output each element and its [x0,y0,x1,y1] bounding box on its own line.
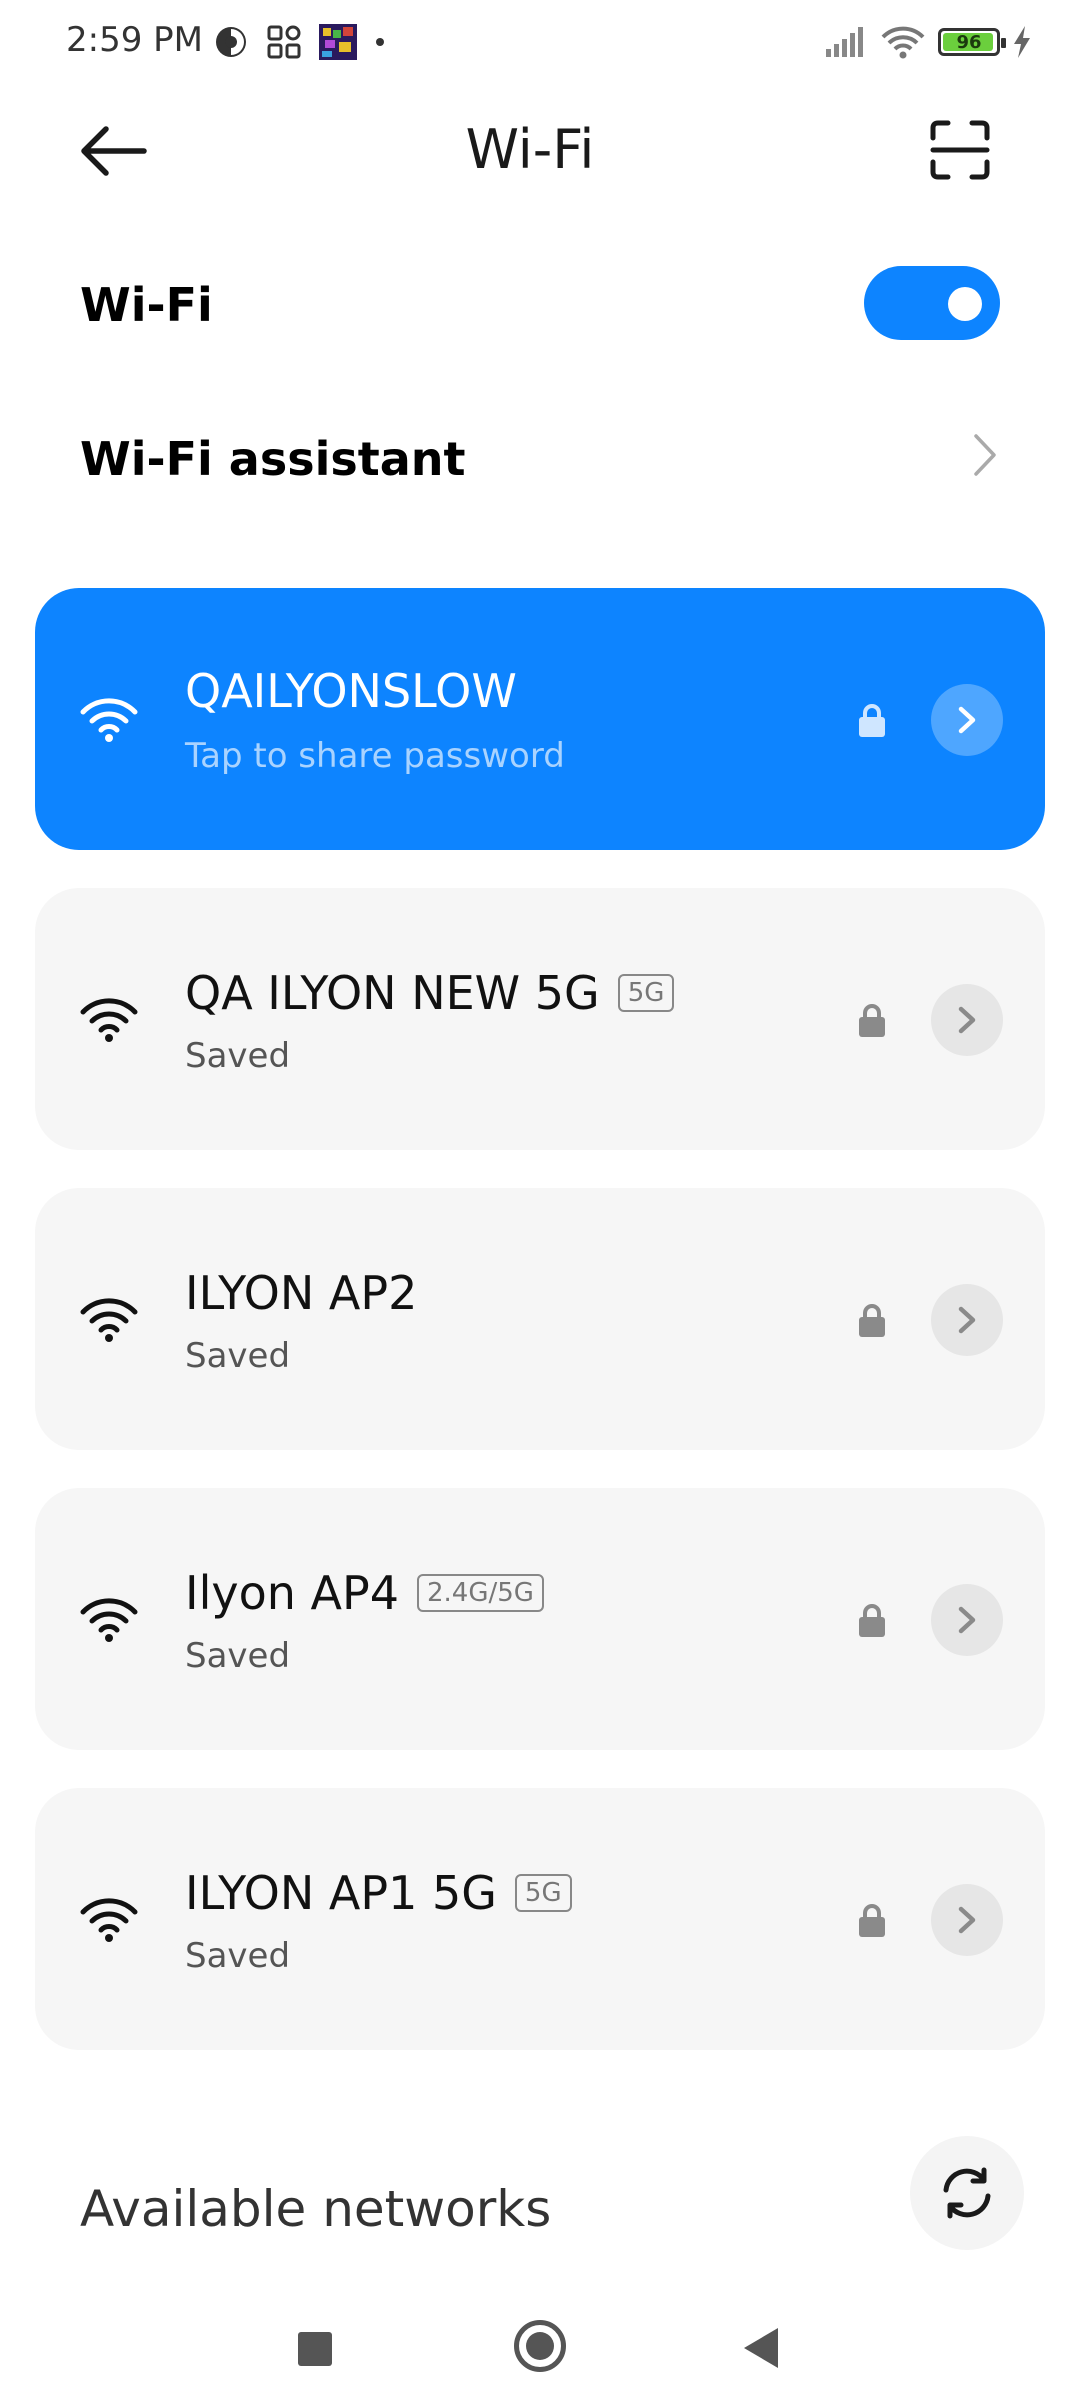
wifi-assistant-label: Wi-Fi assistant [80,432,466,486]
connected-network-card[interactable]: QAILYONSLOW Tap to share password [35,588,1045,850]
network-name: ILYON AP2 [185,1266,418,1320]
saved-network-card[interactable]: ILYON AP2 Saved [35,1188,1045,1450]
network-name-row: QA ILYON NEW 5G 5G [185,966,675,1020]
network-name: QAILYONSLOW [185,664,517,718]
band-badge: 5G [514,1874,572,1912]
refresh-button[interactable] [910,2136,1024,2250]
lock-icon [859,1604,885,1637]
wifi-toggle-switch[interactable] [864,266,1000,340]
saved-network-card[interactable]: QA ILYON NEW 5G 5G Saved [35,888,1045,1150]
band-badge: 2.4G/5G [416,1574,544,1612]
chevron-right-icon [958,1606,976,1634]
wifi-toggle-row[interactable]: Wi-Fi [80,266,1000,346]
more-notifications-dot-icon [376,38,384,46]
band-badge: 5G [617,974,675,1012]
status-bar: 2:59 PM 96 [0,0,1080,84]
system-nav-bar [0,2290,1080,2400]
system-status-icons: 96 [826,20,1032,64]
chevron-right-icon [958,1306,976,1334]
chevron-right-icon [958,1906,976,1934]
chevron-right-icon [958,706,976,734]
toggle-knob [948,287,982,321]
wifi-signal-icon [80,998,138,1042]
network-status: Saved [185,1336,291,1376]
battery-level: 96 [956,31,982,53]
notification-icons [213,22,385,62]
lock-icon [859,1904,885,1937]
network-details-button[interactable] [931,1584,1003,1656]
game-app-icon [319,24,357,60]
lock-icon [859,704,885,737]
network-name-row: ILYON AP1 5G 5G [185,1866,572,1920]
network-status: Tap to share password [185,736,565,776]
qr-scan-icon[interactable] [930,120,990,180]
wifi-assistant-row[interactable]: Wi-Fi assistant [80,428,1000,488]
network-name-row: QAILYONSLOW [185,664,517,718]
network-name: Ilyon AP4 [185,1566,399,1620]
wifi-signal-icon [80,1598,138,1642]
network-details-button[interactable] [931,984,1003,1056]
network-name: ILYON AP1 5G [185,1866,497,1920]
lock-icon [859,1304,885,1337]
refresh-icon [943,2167,991,2219]
status-time: 2:59 PM [66,20,203,60]
nav-back-button[interactable] [744,2328,778,2368]
network-details-button[interactable] [931,684,1003,756]
grid-app-icon [267,25,301,59]
wifi-signal-icon [80,1898,138,1942]
network-name: QA ILYON NEW 5G [185,966,600,1020]
signal-strength-icon [826,27,863,57]
network-name-row: Ilyon AP4 2.4G/5G [185,1566,544,1620]
wifi-toggle-label: Wi-Fi [80,278,213,332]
network-name-row: ILYON AP2 [185,1266,417,1320]
wifi-signal-icon [80,1298,138,1342]
available-networks-title: Available networks [80,2180,552,2238]
wifi-signal-icon [80,698,138,742]
lock-icon [859,1004,885,1037]
page-title: Wi-Fi [465,118,595,181]
network-status: Saved [185,1036,291,1076]
charging-bolt-icon [1014,26,1030,58]
recents-button[interactable] [298,2332,332,2366]
chevron-right-icon [974,434,996,476]
network-details-button[interactable] [931,1284,1003,1356]
wifi-status-icon [881,26,925,59]
header: Wi-Fi [0,100,1080,200]
network-details-button[interactable] [931,1884,1003,1956]
app-notification-icon [216,27,246,57]
saved-network-card[interactable]: ILYON AP1 5G 5G Saved [35,1788,1045,2050]
home-button[interactable] [514,2320,566,2372]
chevron-right-icon [958,1006,976,1034]
saved-network-card[interactable]: Ilyon AP4 2.4G/5G Saved [35,1488,1045,1750]
network-status: Saved [185,1936,291,1976]
battery-indicator: 96 [938,28,1006,56]
network-status: Saved [185,1636,291,1676]
